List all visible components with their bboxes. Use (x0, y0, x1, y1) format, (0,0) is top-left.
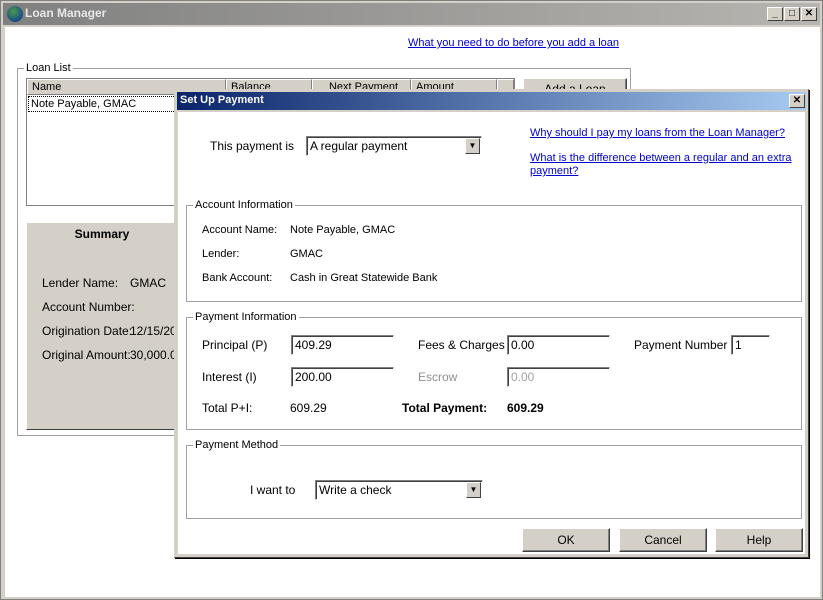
lender-label: Lender: (202, 248, 240, 260)
app-globe-icon (7, 6, 23, 22)
interest-label: Interest (I) (202, 370, 257, 384)
fees-input[interactable]: 0.00 (507, 335, 610, 355)
payment-type-select[interactable]: A regular payment ▼ (306, 136, 482, 156)
payment-is-label: This payment is (210, 139, 295, 153)
dialog-title: Set Up Payment (180, 94, 264, 106)
difference-link-line1[interactable]: What is the difference between a regular… (530, 152, 792, 164)
summary-lender-label: Lender Name: (42, 276, 119, 290)
tab-summary[interactable]: Summary (27, 223, 177, 245)
summary-origination-value: 12/15/20 (130, 324, 177, 338)
ok-button[interactable]: OK (522, 528, 610, 552)
fees-label: Fees & Charges (418, 338, 505, 352)
window-title: Loan Manager (25, 6, 107, 20)
payment-number-label: Payment Number (634, 338, 728, 352)
bank-account-label: Bank Account: (202, 272, 273, 284)
principal-label: Principal (P) (202, 338, 268, 352)
payment-number-input[interactable]: 1 (731, 335, 770, 355)
dialog-titlebar[interactable]: Set Up Payment ✕ (177, 92, 806, 110)
table-row[interactable]: Note Payable, GMAC (28, 96, 178, 112)
chevron-down-icon[interactable]: ▼ (465, 138, 480, 154)
payment-method-value: Write a check (319, 483, 392, 497)
payment-type-value: A regular payment (310, 139, 408, 153)
summary-original-label: Original Amount: (42, 348, 131, 362)
summary-lender-value: GMAC (130, 276, 166, 290)
total-payment-value: 609.29 (507, 401, 544, 415)
summary-origination-label: Origination Date: (42, 324, 133, 338)
total-pi-value: 609.29 (290, 401, 327, 415)
payment-info-group: Payment Information Principal (P) 409.29… (186, 311, 802, 430)
difference-link-line2[interactable]: payment? (530, 165, 578, 177)
summary-panel: Summary Lender Name: GMAC Account Number… (26, 222, 181, 430)
why-pay-link[interactable]: Why should I pay my loans from the Loan … (530, 127, 785, 139)
payment-info-label: Payment Information (193, 311, 299, 323)
i-want-to-label: I want to (250, 483, 296, 497)
setup-payment-dialog: Set Up Payment ✕ This payment is A regul… (174, 89, 809, 558)
help-button[interactable]: Help (715, 528, 803, 552)
escrow-input: 0.00 (507, 367, 610, 387)
dialog-body: This payment is A regular payment ▼ Why … (178, 112, 805, 554)
loan-list-label: Loan List (24, 62, 73, 74)
principal-input[interactable]: 409.29 (291, 335, 394, 355)
lender-value: GMAC (290, 248, 323, 260)
chevron-down-icon[interactable]: ▼ (466, 482, 481, 498)
total-payment-label: Total Payment: (402, 401, 488, 415)
interest-input[interactable]: 200.00 (291, 367, 394, 387)
before-add-loan-link[interactable]: What you need to do before you add a loa… (408, 37, 619, 49)
close-icon[interactable]: ✕ (801, 7, 817, 21)
account-name-label: Account Name: (202, 224, 278, 236)
account-info-label: Account Information (193, 199, 295, 211)
payment-method-select[interactable]: Write a check ▼ (315, 480, 483, 500)
summary-account-label: Account Number: (42, 300, 135, 314)
bank-account-value: Cash in Great Statewide Bank (290, 272, 438, 284)
account-info-group: Account Information Account Name: Note P… (186, 199, 802, 302)
minimize-icon[interactable]: _ (767, 7, 783, 21)
dialog-close-icon[interactable]: ✕ (789, 94, 805, 108)
account-name-value: Note Payable, GMAC (290, 224, 396, 236)
payment-method-label: Payment Method (193, 439, 281, 451)
window-titlebar[interactable]: Loan Manager _ □ ✕ (3, 3, 820, 25)
maximize-icon[interactable]: □ (784, 7, 800, 21)
cancel-button[interactable]: Cancel (619, 528, 707, 552)
total-pi-label: Total P+I: (202, 401, 253, 415)
payment-method-group: Payment Method I want to Write a check ▼ (186, 439, 802, 519)
escrow-label: Escrow (418, 370, 458, 384)
